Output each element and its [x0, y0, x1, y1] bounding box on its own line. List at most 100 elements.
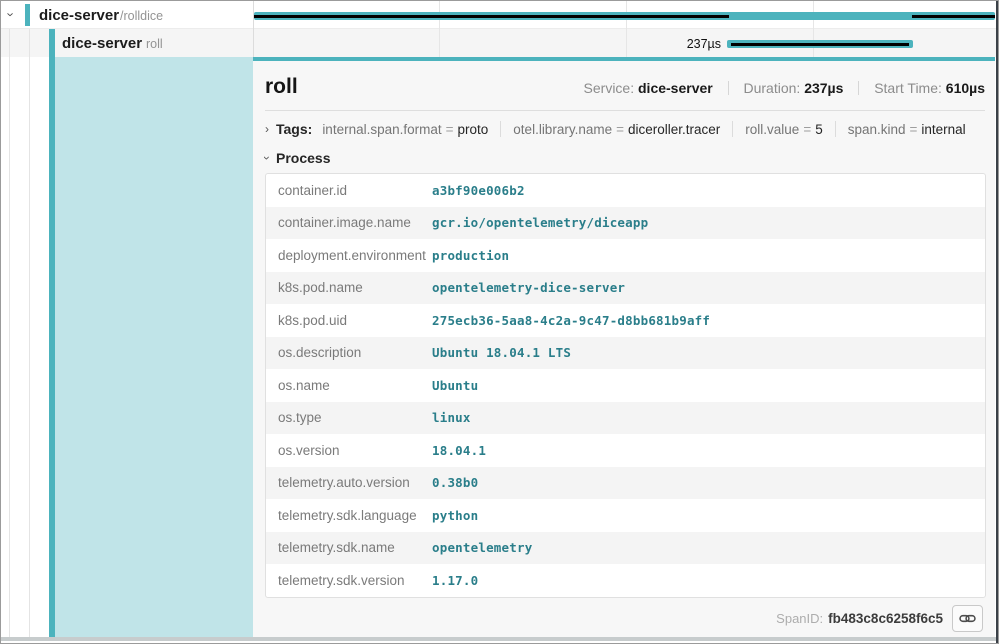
kv-value: 1.17.0: [432, 573, 478, 588]
tag-divider: [835, 121, 836, 137]
span-detail-panel: roll Service: dice-server Duration: 237µ…: [253, 57, 995, 638]
kv-key: k8s.pod.uid: [266, 313, 432, 328]
kv-key: deployment.environment: [266, 248, 432, 263]
kv-value: opentelemetry: [432, 540, 532, 555]
spanid-value: fb483c8c6258f6c5: [828, 611, 943, 626]
kv-value: Ubuntu 18.04.1 LTS: [432, 345, 571, 360]
tag-value: 5: [815, 122, 823, 137]
tag-value: diceroller.tracer: [628, 122, 720, 137]
kv-key: container.id: [266, 183, 432, 198]
kv-value: 18.04.1: [432, 443, 486, 458]
tags-list: internal.span.format = proto otel.library.…: [322, 121, 965, 137]
span-detail-header: roll Service: dice-server Duration: 237µ…: [265, 75, 985, 99]
tag-item: roll.value = 5: [745, 122, 822, 137]
critical-path-segment: [912, 15, 995, 18]
kv-key: os.description: [266, 345, 432, 360]
table-row: os.nameUbuntu: [266, 369, 985, 402]
tag-key: span.kind: [848, 122, 906, 137]
span-service-name[interactable]: dice-server: [62, 35, 142, 52]
meta-divider: [858, 81, 859, 95]
kv-key: os.name: [266, 378, 432, 393]
tag-key: roll.value: [745, 122, 799, 137]
table-row: deployment.environmentproduction: [266, 239, 985, 272]
tags-section-toggle[interactable]: › Tags: internal.span.format = proto otel.…: [265, 121, 985, 137]
collapse-children-icon[interactable]: ›: [5, 12, 18, 16]
kv-key: telemetry.sdk.version: [266, 573, 432, 588]
tag-equals: =: [616, 122, 624, 137]
span-duration-label: 237µs: [621, 36, 721, 52]
table-row: telemetry.sdk.languagepython: [266, 499, 985, 532]
name-column-divider[interactable]: [253, 1, 254, 57]
service-value: dice-server: [638, 80, 713, 96]
kv-value: gcr.io/opentelemetry/diceapp: [432, 215, 648, 230]
table-row: telemetry.sdk.version1.17.0: [266, 564, 985, 597]
tag-item: otel.library.name = diceroller.tracer: [513, 122, 720, 137]
tag-key: otel.library.name: [513, 122, 612, 137]
span-operation-name[interactable]: roll: [146, 37, 163, 51]
service-color-bar: [25, 4, 30, 26]
table-row: container.ida3bf90e006b2: [266, 174, 985, 207]
horizontal-scrollbar[interactable]: [1, 637, 998, 641]
start-time-value: 610µs: [946, 80, 985, 96]
tag-value: internal: [921, 122, 965, 137]
kv-value: 0.38b0: [432, 475, 478, 490]
indent-guide: [9, 29, 10, 638]
span-detail-indent-block[interactable]: [55, 57, 253, 638]
table-row: k8s.pod.nameopentelemetry-dice-server: [266, 272, 985, 305]
tag-value: proto: [458, 122, 489, 137]
kv-value: Ubuntu: [432, 378, 478, 393]
chevron-right-icon: ›: [265, 123, 269, 135]
kv-value: python: [432, 508, 478, 523]
tag-divider: [732, 121, 733, 137]
critical-path-segment: [254, 15, 729, 18]
kv-value: 275ecb36-5aa8-4c2a-9c47-d8bb681b9aff: [432, 313, 710, 328]
kv-value: linux: [432, 410, 471, 425]
kv-value: a3bf90e006b2: [432, 183, 525, 198]
span-operation-name[interactable]: /rolldice: [120, 9, 163, 23]
chevron-down-icon: ›: [261, 156, 273, 160]
kv-value: production: [432, 248, 509, 263]
link-icon: [959, 611, 976, 626]
duration-value: 237µs: [804, 80, 843, 96]
table-row: telemetry.sdk.nameopentelemetry: [266, 532, 985, 565]
meta-divider: [728, 81, 729, 95]
duration-label: Duration:: [744, 80, 801, 96]
kv-key: k8s.pod.name: [266, 280, 432, 295]
kv-key: container.image.name: [266, 215, 432, 230]
tag-item: span.kind =internal: [848, 122, 966, 137]
copy-span-link-button[interactable]: [952, 605, 983, 632]
span-detail-footer: SpanID: fb483c8c6258f6c5: [265, 605, 985, 632]
table-row: container.image.namegcr.io/opentelemetry…: [266, 207, 985, 240]
kv-key: os.version: [266, 443, 432, 458]
tag-equals: =: [446, 122, 454, 137]
vertical-scrollbar[interactable]: [996, 1, 998, 643]
service-label: Service:: [584, 80, 635, 96]
process-heading: Process: [276, 150, 330, 166]
span-tree-color-bar: [49, 29, 55, 638]
tag-key: internal.span.format: [322, 122, 441, 137]
tag-item: internal.span.format = proto: [322, 122, 488, 137]
kv-key: os.type: [266, 410, 432, 425]
start-time-label: Start Time:: [874, 80, 942, 96]
trace-detail-page: › dice-server /rolldice dice-server roll…: [0, 0, 999, 644]
process-section-toggle[interactable]: › Process: [265, 150, 985, 166]
table-row: k8s.pod.uid275ecb36-5aa8-4c2a-9c47-d8bb6…: [266, 304, 985, 337]
critical-path-segment: [731, 43, 909, 46]
span-meta: Service: dice-server Duration: 237µs Sta…: [584, 80, 985, 96]
timeline-gridline: [813, 1, 814, 57]
kv-key: telemetry.sdk.name: [266, 540, 432, 555]
table-row: telemetry.auto.version0.38b0: [266, 467, 985, 500]
tags-heading: Tags:: [276, 121, 312, 137]
tag-equals: =: [910, 122, 918, 137]
kv-key: telemetry.sdk.language: [266, 508, 432, 523]
table-row: os.version18.04.1: [266, 434, 985, 467]
tag-divider: [500, 121, 501, 137]
tag-equals: =: [803, 122, 811, 137]
span-title: roll: [265, 75, 298, 99]
span-service-name[interactable]: dice-server: [39, 7, 119, 24]
kv-key: telemetry.auto.version: [266, 475, 432, 490]
header-divider: [265, 110, 985, 111]
table-row: os.typelinux: [266, 402, 985, 435]
table-row: os.descriptionUbuntu 18.04.1 LTS: [266, 337, 985, 370]
process-kv-table: container.ida3bf90e006b2 container.image…: [265, 173, 986, 598]
